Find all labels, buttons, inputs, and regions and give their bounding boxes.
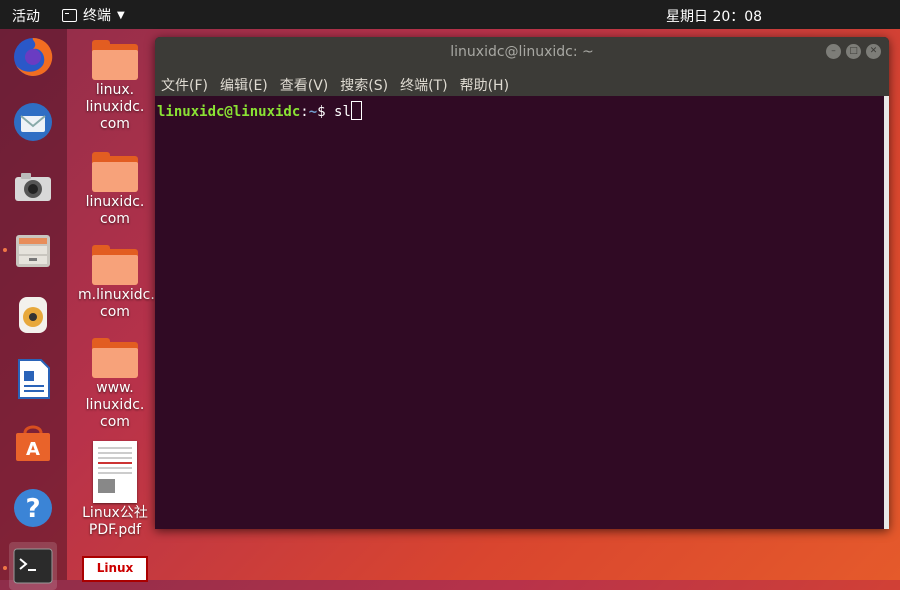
dock-item-software[interactable]: A	[9, 419, 57, 467]
window-titlebar[interactable]: linuxidc@linuxidc: ~ – □ ✕	[155, 37, 889, 67]
desktop-folder-linuxidc-com[interactable]: linuxidc. com	[78, 152, 152, 228]
menu-view[interactable]: 查看(V)	[274, 67, 335, 96]
minimize-button[interactable]: –	[826, 44, 841, 59]
terminal-icon	[13, 548, 53, 584]
svg-text:?: ?	[25, 494, 40, 524]
help-icon: ?	[14, 489, 52, 527]
desktop-icon-label: Linux公社 PDF.pdf	[82, 505, 148, 538]
desktop-icon-label: www. linuxidc. com	[85, 380, 145, 430]
menu-help[interactable]: 帮助(H)	[454, 67, 515, 96]
command-text: sl	[334, 104, 351, 120]
dock-item-firefox[interactable]	[9, 33, 57, 81]
desktop-folder-linux-linuxidc-com[interactable]: linux. linuxidc. com	[78, 40, 152, 133]
menu-edit[interactable]: 编辑(E)	[214, 67, 274, 96]
dock-item-writer[interactable]	[9, 355, 57, 403]
app-menu-label: 终端	[83, 8, 111, 24]
folder-icon	[92, 152, 138, 192]
thunderbird-icon	[14, 103, 52, 141]
desktop-file-pdf[interactable]: Linux公社 PDF.pdf	[78, 441, 152, 539]
folder-icon	[92, 40, 138, 80]
scrollbar[interactable]	[884, 96, 889, 529]
clock[interactable]: 星期日 20：08	[666, 6, 762, 26]
text-cursor	[350, 101, 362, 120]
folder-icon	[92, 245, 138, 285]
desktop-folder-m-linuxidc-com[interactable]: m.linuxidc. com	[78, 245, 155, 321]
pdf-icon	[93, 441, 137, 503]
desktop-file-image[interactable]: Linux	[78, 556, 152, 582]
dock-item-camera[interactable]	[9, 163, 57, 211]
maximize-button[interactable]: □	[846, 44, 861, 59]
menu-terminal[interactable]: 终端(T)	[394, 67, 453, 96]
activities-button[interactable]: 活动	[12, 6, 40, 26]
prompt-separator: :	[300, 104, 309, 120]
svg-text:A: A	[26, 439, 40, 460]
desktop-folder-www-linuxidc-com[interactable]: www. linuxidc. com	[78, 338, 152, 431]
dock-item-help[interactable]: ?	[9, 484, 57, 532]
prompt-user: linuxidc@linuxidc	[157, 104, 301, 120]
chevron-down-icon: ▼	[117, 9, 125, 21]
desktop-icon-label: linux. linuxidc. com	[85, 82, 145, 132]
folder-icon	[92, 338, 138, 378]
writer-icon	[18, 359, 50, 399]
dock-item-rhythmbox[interactable]	[9, 291, 57, 339]
software-center-icon: A	[16, 425, 50, 461]
app-menu[interactable]: 终端 ▼	[62, 5, 125, 25]
rhythmbox-icon	[19, 297, 47, 333]
menu-bar: 文件(F) 编辑(E) 查看(V) 搜索(S) 终端(T) 帮助(H)	[155, 67, 889, 96]
files-icon	[16, 235, 50, 267]
camera-icon	[15, 173, 51, 201]
desktop-icon-label: m.linuxidc. com	[78, 287, 155, 320]
terminal-icon	[62, 8, 77, 22]
running-indicator	[3, 566, 7, 570]
desktop-icon-label: linuxidc. com	[85, 194, 145, 227]
menu-search[interactable]: 搜索(S)	[334, 67, 394, 96]
dock: A ?	[0, 29, 67, 590]
dock-item-thunderbird[interactable]	[9, 98, 57, 146]
prompt-symbol: $	[317, 104, 335, 120]
menu-file[interactable]: 文件(F)	[155, 67, 214, 96]
image-icon: Linux	[82, 556, 148, 582]
terminal-output[interactable]: linuxidc@linuxidc:~$ sl	[155, 96, 884, 529]
prompt-path: ~	[308, 104, 318, 120]
running-indicator	[3, 248, 7, 252]
close-button[interactable]: ✕	[866, 44, 881, 59]
dock-item-files[interactable]	[9, 227, 57, 275]
prompt-line: linuxidc@linuxidc:~$ sl	[157, 101, 362, 120]
top-bar: 活动 终端 ▼ 星期日 20：08	[0, 0, 900, 29]
window-title: linuxidc@linuxidc: ~	[450, 44, 594, 60]
dock-item-terminal[interactable]	[9, 542, 57, 590]
firefox-icon	[14, 37, 53, 76]
terminal-window: linuxidc@linuxidc: ~ – □ ✕ 文件(F) 编辑(E) 查…	[155, 37, 889, 529]
